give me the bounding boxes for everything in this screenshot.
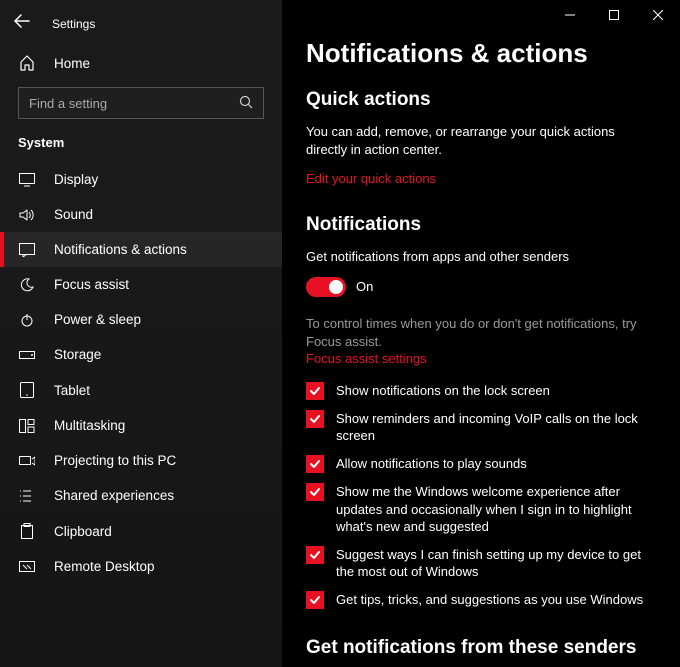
sidebar-item-clipboard[interactable]: Clipboard	[0, 513, 282, 549]
search-icon	[239, 95, 253, 112]
checkbox[interactable]	[306, 382, 324, 400]
notifications-toggle-row: On	[306, 277, 656, 297]
sidebar-item-label: Display	[54, 172, 98, 187]
notifications-heading: Notifications	[306, 214, 656, 236]
close-button[interactable]	[636, 0, 680, 30]
checkbox[interactable]	[306, 483, 324, 501]
notification-check-row: Get tips, tricks, and suggestions as you…	[306, 591, 656, 609]
sidebar-item-home[interactable]: Home	[0, 45, 282, 81]
remote-icon	[18, 561, 36, 573]
home-icon	[18, 55, 36, 71]
window-title: Settings	[44, 17, 95, 31]
sidebar-item-sound[interactable]: Sound	[0, 197, 282, 232]
back-arrow-icon[interactable]	[0, 14, 44, 33]
nav-list: Display Sound Notifications & actions Focus…	[0, 162, 282, 584]
sidebar-item-multitasking[interactable]: Multitasking	[0, 408, 282, 443]
sidebar-item-label: Notifications & actions	[54, 242, 187, 257]
category-label: System	[0, 135, 282, 162]
edit-quick-actions-link[interactable]: Edit your quick actions	[306, 171, 656, 186]
maximize-button[interactable]	[592, 0, 636, 30]
notification-options-list: Show notifications on the lock screen Sho…	[306, 382, 656, 609]
sidebar-item-shared-experiences[interactable]: Shared experiences	[0, 478, 282, 513]
checkbox-label: Get tips, tricks, and suggestions as you…	[336, 591, 643, 609]
checkbox[interactable]	[306, 455, 324, 473]
storage-icon	[18, 349, 36, 361]
quick-actions-body: You can add, remove, or rearrange your q…	[306, 123, 656, 159]
notification-check-row: Show reminders and incoming VoIP calls o…	[306, 410, 656, 445]
generic-icon	[18, 489, 36, 503]
display-icon	[18, 173, 36, 187]
notification-check-row: Show me the Windows welcome experience a…	[306, 483, 656, 536]
page-heading: Notifications & actions	[306, 38, 656, 69]
sidebar-item-label: Shared experiences	[54, 488, 174, 503]
checkbox-label: Show reminders and incoming VoIP calls o…	[336, 410, 656, 445]
moon-icon	[18, 278, 36, 292]
focus-assist-hint: To control times when you do or don't ge…	[306, 315, 656, 351]
sidebar-item-label: Multitasking	[54, 418, 125, 433]
search-box[interactable]	[18, 87, 264, 119]
senders-heading: Get notifications from these senders	[306, 637, 656, 659]
checkbox[interactable]	[306, 591, 324, 609]
sidebar-item-label: Projecting to this PC	[54, 453, 176, 468]
tablet-icon	[18, 382, 36, 398]
sidebar-item-power-sleep[interactable]: Power & sleep	[0, 302, 282, 337]
notification-check-row: Allow notifications to play sounds	[306, 455, 656, 473]
sidebar-item-label: Tablet	[54, 383, 90, 398]
multitask-icon	[18, 419, 36, 433]
checkbox[interactable]	[306, 546, 324, 564]
checkbox-label: Show notifications on the lock screen	[336, 382, 550, 400]
project-icon	[18, 454, 36, 468]
content-scroll[interactable]: Notifications & actions Quick actions Yo…	[282, 0, 680, 667]
window-controls	[548, 0, 680, 30]
sidebar-item-storage[interactable]: Storage	[0, 337, 282, 372]
quick-actions-heading: Quick actions	[306, 89, 656, 111]
sound-icon	[18, 208, 36, 222]
title-bar: Settings	[0, 10, 282, 45]
home-label: Home	[54, 56, 90, 71]
minimize-button[interactable]	[548, 0, 592, 30]
sidebar-item-label: Sound	[54, 207, 93, 222]
clipboard-icon	[18, 523, 36, 539]
notifications-toggle[interactable]	[306, 277, 346, 297]
notification-check-row: Show notifications on the lock screen	[306, 382, 656, 400]
notifications-toggle-caption: Get notifications from apps and other se…	[306, 248, 656, 266]
power-icon	[18, 313, 36, 327]
notifications-toggle-state: On	[356, 279, 373, 294]
checkbox-label: Allow notifications to play sounds	[336, 455, 527, 473]
search-input[interactable]	[29, 96, 239, 111]
checkbox-label: Show me the Windows welcome experience a…	[336, 483, 656, 536]
sidebar-item-remote-desktop[interactable]: Remote Desktop	[0, 549, 282, 584]
sidebar-item-projecting-to-this-pc[interactable]: Projecting to this PC	[0, 443, 282, 478]
sidebar-item-focus-assist[interactable]: Focus assist	[0, 267, 282, 302]
notification-check-row: Suggest ways I can finish setting up my …	[306, 546, 656, 581]
sidebar-item-label: Power & sleep	[54, 312, 141, 327]
main-pane: Notifications & actions Quick actions Yo…	[282, 0, 680, 667]
sidebar-item-display[interactable]: Display	[0, 162, 282, 197]
sidebar-item-label: Focus assist	[54, 277, 129, 292]
checkbox-label: Suggest ways I can finish setting up my …	[336, 546, 656, 581]
notifications-icon	[18, 243, 36, 257]
sidebar-item-label: Remote Desktop	[54, 559, 155, 574]
sidebar-item-label: Storage	[54, 347, 101, 362]
sidebar-item-notifications-actions[interactable]: Notifications & actions	[0, 232, 282, 267]
checkbox[interactable]	[306, 410, 324, 428]
sidebar: Settings Home System Display Sound Notific…	[0, 0, 282, 667]
sidebar-item-tablet[interactable]: Tablet	[0, 372, 282, 408]
focus-assist-link[interactable]: Focus assist settings	[306, 351, 656, 366]
sidebar-item-label: Clipboard	[54, 524, 112, 539]
